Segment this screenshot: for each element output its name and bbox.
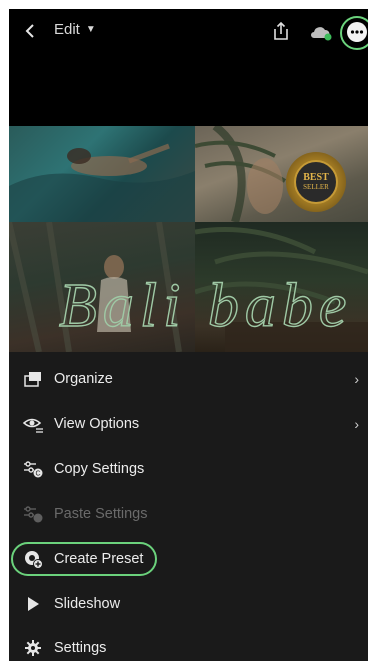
menu-item-create-preset[interactable]: Create Preset — [9, 537, 368, 581]
badge-line1: BEST — [303, 172, 329, 183]
organize-icon — [22, 368, 44, 390]
photo-tile-pool — [9, 126, 195, 222]
menu-item-label: Paste Settings — [54, 506, 148, 522]
copy-settings-icon: C — [22, 458, 44, 480]
cloud-sync-icon[interactable] — [309, 25, 333, 41]
menu-item-paste-settings[interactable]: Paste Settings — [9, 492, 368, 536]
badge-line2: SELLER — [303, 183, 329, 191]
photo-preview[interactable]: BEST SELLER Bali babe — [9, 126, 368, 352]
paste-settings-icon — [22, 503, 44, 525]
menu-item-organize[interactable]: Organize › — [9, 357, 368, 401]
menu-item-label: Copy Settings — [54, 461, 145, 477]
play-icon — [22, 593, 44, 615]
edit-mode-dropdown[interactable]: Edit ▼ — [54, 21, 96, 38]
svg-text:Bali babe: Bali babe — [59, 272, 352, 340]
view-options-icon — [22, 413, 44, 435]
edit-label: Edit — [54, 21, 80, 38]
menu-item-view-options[interactable]: View Options › — [9, 402, 368, 446]
menu-item-copy-settings[interactable]: C Copy Settings — [9, 447, 368, 491]
menu-item-label: Create Preset — [54, 551, 144, 567]
create-preset-icon — [22, 548, 44, 570]
menu-item-settings[interactable]: Settings — [9, 626, 368, 661]
chevron-right-icon: › — [354, 371, 359, 387]
app-screen: Edit ▼ BEST SELLER Bali babe Organize › … — [9, 9, 368, 661]
gear-icon — [22, 637, 44, 659]
top-bar: Edit ▼ — [9, 9, 368, 53]
svg-text:C: C — [35, 471, 40, 478]
watermark-text: Bali babe — [58, 271, 352, 340]
menu-item-label: Organize — [54, 371, 113, 387]
more-options-menu: Organize › View Options › C Copy Setting… — [9, 352, 368, 661]
chevron-right-icon: › — [354, 416, 359, 432]
menu-item-slideshow[interactable]: Slideshow — [9, 582, 368, 626]
share-icon[interactable] — [271, 20, 291, 42]
menu-item-label: Settings — [54, 640, 107, 656]
menu-item-label: View Options — [54, 416, 140, 432]
back-icon[interactable] — [21, 22, 39, 40]
chevron-down-icon: ▼ — [85, 24, 96, 35]
best-seller-badge: BEST SELLER — [286, 152, 346, 212]
more-icon[interactable] — [344, 19, 368, 45]
menu-item-label: Slideshow — [54, 596, 121, 612]
